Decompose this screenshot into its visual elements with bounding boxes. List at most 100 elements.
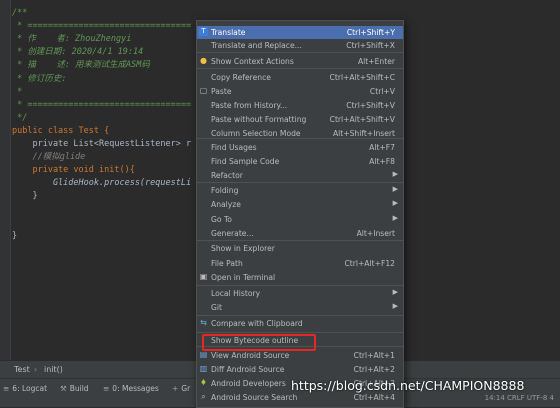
code-line[interactable]: */: [12, 113, 27, 124]
menu-item-label: View Android Source: [211, 350, 290, 360]
terminal-icon: ▣: [199, 272, 208, 281]
menu-item-shortcut: Ctrl+Alt+F12: [344, 258, 395, 268]
menu-item-label: Paste: [211, 86, 232, 96]
menu-item-show-in-explorer[interactable]: Show in Explorer: [197, 242, 403, 255]
status-bar-info: 14:14 CRLF UTF-8 4: [484, 394, 554, 402]
menu-item-find-sample-code[interactable]: Find Sample Code Alt+F8: [197, 155, 403, 168]
menu-item-label: Refactor: [211, 170, 243, 180]
menu-item-generate[interactable]: Generate... Alt+Insert: [197, 227, 403, 240]
diff-icon: ▥: [199, 364, 208, 373]
menu-item-label: Show Context Actions: [211, 56, 294, 66]
messages-tool-button[interactable]: ≡ 0: Messages: [103, 384, 159, 393]
menu-item-paste[interactable]: ▢ Paste Ctrl+V: [197, 85, 403, 98]
menu-item-folding[interactable]: Folding ▶: [197, 184, 403, 197]
menu-item-shortcut: Alt+F7: [369, 142, 395, 152]
code-line[interactable]: /**: [12, 8, 27, 19]
code-line[interactable]: GlideHook.process(requestLi: [12, 178, 191, 189]
menu-item-label: Git: [211, 302, 222, 312]
paste-icon: ▢: [199, 86, 208, 95]
menu-item-shortcut: Ctrl+V: [369, 86, 395, 96]
menu-item-label: Copy Reference: [211, 72, 271, 82]
editor-context-menu: T Translate Ctrl+Shift+Y Translate and Repl…: [196, 20, 404, 408]
build-label: Build: [69, 384, 89, 393]
code-line[interactable]: * 创建日期: 2020/4/1 19:14: [12, 47, 143, 58]
menu-item-label: Android Developers: [211, 378, 286, 388]
hammer-icon: ⚒: [60, 384, 67, 393]
menu-item-label: Column Selection Mode: [211, 128, 301, 138]
menu-item-label: Translate and Replace...: [211, 40, 302, 50]
menu-separator: [197, 52, 403, 53]
menu-item-diff-android-source[interactable]: ▥ Diff Android Source Ctrl+Alt+2: [197, 363, 403, 376]
build-tool-button[interactable]: ⚒ Build: [60, 384, 89, 393]
submenu-arrow-icon: ▶: [392, 170, 398, 178]
breadcrumb-method[interactable]: init(): [44, 365, 63, 374]
menu-item-label: Paste without Formatting: [211, 114, 307, 124]
menu-separator: [197, 68, 403, 69]
code-line[interactable]: * 描 述: 用来测试生成ASM码: [12, 60, 150, 71]
menu-item-label: Diff Android Source: [211, 364, 285, 374]
menu-item-shortcut: Ctrl+Shift+V: [346, 100, 395, 110]
code-line[interactable]: * 作 者: ZhouZhengyi: [12, 34, 131, 45]
code-line[interactable]: }: [12, 191, 37, 202]
submenu-arrow-icon: ▶: [392, 214, 398, 222]
menu-item-label: Generate...: [211, 228, 254, 238]
code-line[interactable]: * ================================: [12, 21, 191, 32]
menu-item-analyze[interactable]: Analyze ▶: [197, 198, 403, 211]
messages-label: 0: Messages: [112, 384, 159, 393]
submenu-arrow-icon: ▶: [392, 185, 398, 193]
menu-item-file-path[interactable]: File Path Ctrl+Alt+F12: [197, 257, 403, 270]
menu-item-git[interactable]: Git ▶: [197, 301, 403, 314]
android-icon: ♦: [199, 378, 208, 387]
menu-item-shortcut: Alt+Enter: [357, 56, 395, 66]
breadcrumb-class[interactable]: Test: [14, 365, 30, 374]
menu-item-copy-reference[interactable]: Copy Reference Ctrl+Alt+Shift+C: [197, 71, 403, 84]
search-icon: ⌕: [201, 392, 206, 401]
menu-separator: [197, 315, 403, 316]
menu-item-shortcut: Ctrl+Shift+Y: [346, 27, 395, 37]
code-line[interactable]: * ================================: [12, 100, 191, 111]
menu-item-compare-with-clipboard[interactable]: ⇆ Compare with Clipboard: [197, 317, 403, 330]
menu-separator: [197, 332, 403, 333]
menu-item-go-to[interactable]: Go To ▶: [197, 213, 403, 226]
submenu-arrow-icon: ▶: [392, 199, 398, 207]
breadcrumb-separator: ›: [34, 365, 38, 374]
menu-item-paste-from-history[interactable]: Paste from History... Ctrl+Shift+V: [197, 99, 403, 112]
menu-separator: [197, 240, 403, 241]
menu-item-shortcut: Ctrl+Alt+4: [353, 392, 395, 402]
menu-item-translate-and-replace[interactable]: Translate and Replace... Ctrl+Shift+X: [197, 39, 403, 52]
menu-item-shortcut: Ctrl+Alt+Shift+V: [329, 114, 395, 124]
menu-item-find-usages[interactable]: Find Usages Alt+F7: [197, 141, 403, 154]
code-line[interactable]: * 修订历史:: [12, 74, 66, 85]
submenu-arrow-icon: ▶: [392, 302, 398, 310]
menu-item-label: Analyze: [211, 199, 241, 209]
menu-item-label: Find Usages: [211, 142, 257, 152]
menu-item-refactor[interactable]: Refactor ▶: [197, 169, 403, 182]
watermark: https://blog.csdn.net/CHAMPION8888: [291, 378, 525, 393]
editor-gutter: [0, 0, 11, 360]
menu-item-shortcut: Alt+Shift+Insert: [332, 128, 395, 138]
logcat-tool-button[interactable]: ≡ 6: Logcat: [3, 384, 47, 393]
menu-item-column-selection-mode[interactable]: Column Selection Mode Alt+Shift+Insert: [197, 127, 403, 140]
logcat-label: 6: Logcat: [12, 384, 48, 393]
menu-item-show-context-actions[interactable]: ● Show Context Actions Alt+Enter: [197, 55, 403, 68]
bulb-icon: ●: [200, 56, 207, 65]
annotation-highlight-box: [202, 334, 316, 351]
menu-item-shortcut: Ctrl+Shift+X: [346, 40, 395, 50]
gradle-label: Gr: [181, 384, 191, 393]
menu-item-open-in-terminal[interactable]: ▣ Open in Terminal: [197, 271, 403, 284]
plus-icon: +: [172, 384, 179, 393]
menu-item-local-history[interactable]: Local History ▶: [197, 287, 403, 300]
menu-item-label: Local History: [211, 288, 261, 298]
code-line[interactable]: }: [12, 231, 17, 242]
code-line[interactable]: private void init(){: [12, 165, 134, 176]
menu-item-paste-without-formatting[interactable]: Paste without Formatting Ctrl+Alt+Shift+V: [197, 113, 403, 126]
gradle-tool-button[interactable]: + Gr: [172, 384, 190, 393]
code-line[interactable]: *: [12, 87, 27, 98]
menu-item-label: Compare with Clipboard: [211, 318, 303, 328]
menu-item-label: Translate: [211, 27, 246, 37]
code-line[interactable]: //模拟glide: [12, 152, 85, 163]
menu-item-label: Paste from History...: [211, 100, 288, 110]
code-line[interactable]: public class Test {: [12, 126, 109, 137]
menu-item-translate[interactable]: T Translate Ctrl+Shift+Y: [197, 26, 403, 39]
code-line[interactable]: private List<RequestListener> r: [12, 139, 191, 150]
